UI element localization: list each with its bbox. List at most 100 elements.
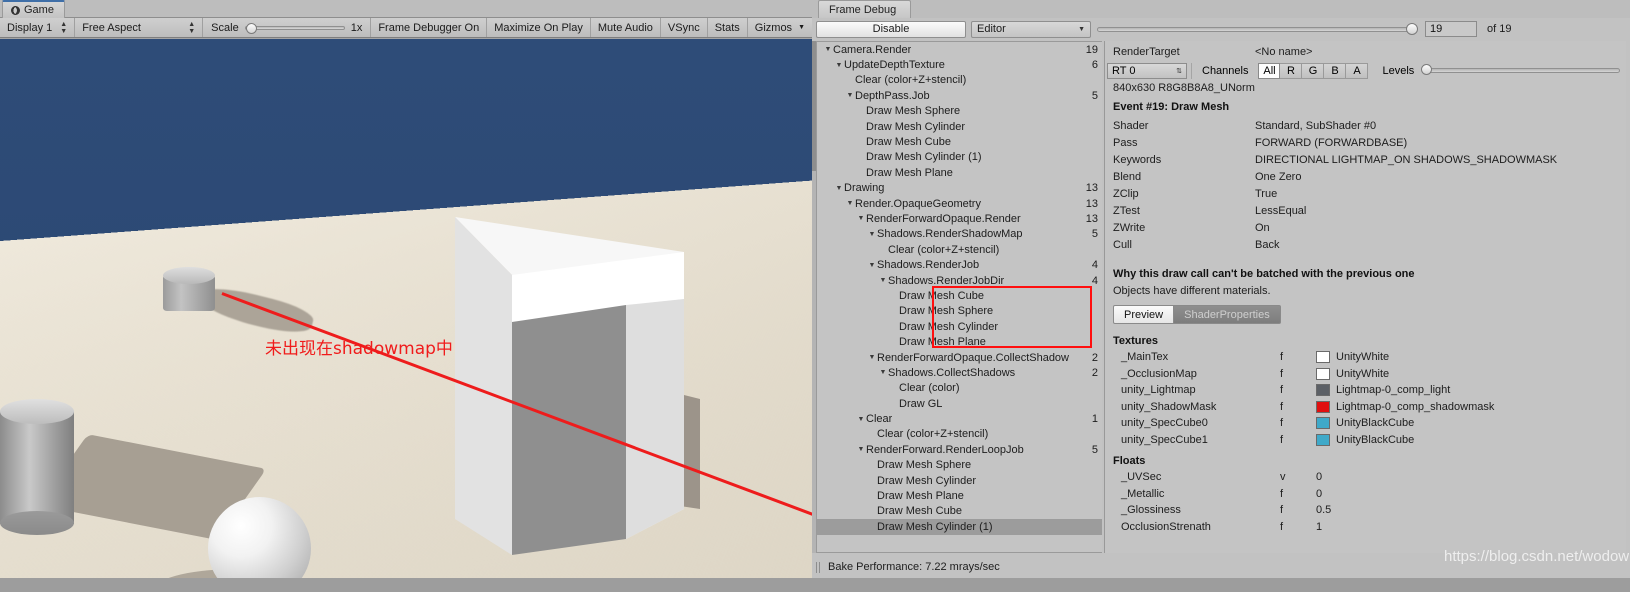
tab-game[interactable]: Game [2, 0, 65, 18]
tree-row[interactable]: Draw Mesh Plane [817, 488, 1102, 503]
tree-row-label: Draw Mesh Cylinder [866, 120, 966, 133]
tree-row[interactable]: Clear (color+Z+stencil) [817, 427, 1102, 442]
chevron-down-icon[interactable]: ▼ [823, 46, 833, 53]
rt-select[interactable]: RT 0 ⇅ [1107, 62, 1187, 79]
tree-row[interactable]: ▼ DepthPass.Job 5 [817, 88, 1102, 103]
property-key: ZWrite [1113, 221, 1146, 234]
tree-row[interactable]: Draw GL [817, 396, 1102, 411]
chevron-down-icon[interactable]: ▼ [856, 416, 866, 423]
vsync-toggle[interactable]: VSync [661, 18, 708, 37]
batch-reason: Objects have different materials. [1113, 284, 1271, 297]
chevron-down-icon[interactable]: ▼ [856, 446, 866, 453]
property-value: DIRECTIONAL LIGHTMAP_ON SHADOWS_SHADOWMA… [1255, 153, 1558, 166]
chevron-down-icon[interactable]: ▼ [845, 200, 855, 207]
tree-row-count: 2 [1091, 351, 1098, 364]
scale-slider[interactable] [244, 22, 345, 34]
tree-row[interactable]: Draw Mesh Plane [817, 334, 1102, 349]
tab-preview-label: Preview [1124, 308, 1164, 321]
levels-slider[interactable] [1421, 64, 1620, 75]
frame-debug-tree[interactable]: ▼ Camera.Render 19 ▼ UpdateDepthTexture 6 Clea… [816, 41, 1102, 553]
tree-row[interactable]: Draw Mesh Cylinder (1) [817, 519, 1102, 535]
stats-toggle[interactable]: Stats [708, 18, 748, 37]
tree-row[interactable]: Clear (color+Z+stencil) [817, 73, 1102, 88]
tree-row[interactable]: ▼ RenderForwardOpaque.CollectShadow 2 [817, 350, 1102, 365]
tree-row[interactable]: ▼ UpdateDepthTexture 6 [817, 57, 1102, 72]
tree-row-label: Shadows.RenderJob [877, 259, 980, 272]
property-value: On [1255, 221, 1270, 234]
tree-row[interactable]: Draw Mesh Sphere [817, 304, 1102, 319]
channels-label: Channels [1191, 62, 1258, 79]
tab-game-label: Game [24, 4, 54, 16]
chevron-down-icon[interactable]: ▼ [856, 215, 866, 222]
tree-row[interactable]: Draw Mesh Sphere [817, 458, 1102, 473]
tree-row[interactable]: Clear (color) [817, 381, 1102, 396]
chevron-down-icon[interactable]: ▼ [845, 92, 855, 99]
tab-shader-properties[interactable]: ShaderProperties [1174, 305, 1281, 324]
channel-button-g[interactable]: G [1302, 62, 1325, 79]
tree-row[interactable]: Draw Mesh Sphere [817, 104, 1102, 119]
scale-slider-group[interactable]: Scale 1x [203, 18, 372, 37]
chevron-down-icon[interactable]: ▼ [834, 185, 844, 192]
tree-row-count: 1 [1091, 413, 1098, 426]
floats-heading-row: Floats [1105, 452, 1626, 469]
aspect-dropdown[interactable]: Free Aspect ▲ ▼ [75, 18, 204, 37]
tree-row[interactable]: Draw Mesh Cube [817, 504, 1102, 519]
tree-row[interactable]: Draw Mesh Cube [817, 134, 1102, 149]
texture-swatch-icon [1316, 433, 1330, 446]
channel-button-all[interactable]: All [1258, 62, 1281, 79]
gizmos-dropdown[interactable]: Gizmos ▼ [748, 18, 812, 37]
resize-grip-icon[interactable] [816, 561, 822, 573]
tree-row[interactable]: ▼ Render.OpaqueGeometry 13 [817, 196, 1102, 211]
tree-row[interactable]: Draw Mesh Cylinder (1) [817, 150, 1102, 165]
tree-row-label: Clear (color+Z+stencil) [855, 74, 967, 87]
property-key: Shader [1113, 119, 1149, 132]
tree-row[interactable]: Draw Mesh Cylinder [817, 119, 1102, 134]
tab-frame-debug[interactable]: Frame Debug [818, 0, 912, 18]
chevron-down-icon[interactable]: ▼ [867, 262, 877, 269]
scale-slider-knob[interactable] [245, 22, 257, 34]
tree-row[interactable]: ▼ Camera.Render 19 [817, 42, 1102, 57]
tree-row-label: Draw Mesh Cube [899, 289, 984, 302]
property-row: Pass FORWARD (FORWARDBASE) [1105, 134, 1626, 151]
tree-row[interactable]: Draw Mesh Plane [817, 165, 1102, 180]
game-render-canvas[interactable]: 未出现在shadowmap中 [0, 39, 812, 592]
disable-button[interactable]: Disable [816, 20, 966, 38]
tree-row[interactable]: ▼ Shadows.RenderJob 4 [817, 257, 1102, 272]
tree-row-count: 5 [1091, 443, 1098, 456]
tree-row-label: RenderForwardOpaque.Render [866, 212, 1021, 225]
chevron-down-icon[interactable]: ▼ [834, 62, 844, 69]
tree-row[interactable]: ▼ Shadows.RenderJobDir 4 [817, 273, 1102, 288]
texture-flag: f [1280, 417, 1284, 430]
tree-row[interactable]: ▼ Clear 1 [817, 411, 1102, 426]
tree-row[interactable]: Draw Mesh Cylinder [817, 473, 1102, 488]
mute-audio-toggle[interactable]: Mute Audio [591, 18, 661, 37]
tree-row[interactable]: Clear (color+Z+stencil) [817, 242, 1102, 257]
tree-row-count: 13 [1085, 182, 1098, 195]
chevron-down-icon[interactable]: ▼ [878, 277, 888, 284]
channel-button-a[interactable]: A [1346, 62, 1369, 79]
event-index-field[interactable]: 19 [1425, 21, 1477, 37]
tree-row-count: 5 [1091, 228, 1098, 241]
tree-row[interactable]: Draw Mesh Cube [817, 288, 1102, 303]
chevron-down-icon[interactable]: ▼ [867, 354, 877, 361]
tree-row[interactable]: ▼ Shadows.CollectShadows 2 [817, 365, 1102, 380]
property-value: Back [1255, 238, 1280, 251]
tree-row[interactable]: ▼ RenderForwardOpaque.Render 13 [817, 211, 1102, 226]
tree-row[interactable]: ▼ Shadows.RenderShadowMap 5 [817, 227, 1102, 242]
tree-row[interactable]: ▼ Drawing 13 [817, 181, 1102, 196]
chevron-down-icon[interactable]: ▼ [878, 369, 888, 376]
tree-row[interactable]: Draw Mesh Cylinder [817, 319, 1102, 334]
event-slider[interactable] [1097, 22, 1418, 35]
maximize-on-play-toggle[interactable]: Maximize On Play [487, 18, 591, 37]
channel-button-b[interactable]: B [1324, 62, 1347, 79]
frame-debugger-toggle[interactable]: Frame Debugger On [371, 18, 488, 37]
target-dropdown[interactable]: Editor ▼ [971, 20, 1091, 38]
event-slider-knob[interactable] [1406, 22, 1418, 35]
texture-row: unity_Lightmap f Lightmap-0_comp_light [1105, 382, 1626, 399]
channel-button-r[interactable]: R [1280, 62, 1303, 79]
display-dropdown[interactable]: Display 1 ▲ ▼ [0, 18, 76, 37]
chevron-down-icon[interactable]: ▼ [867, 231, 877, 238]
tree-row[interactable]: ▼ RenderForward.RenderLoopJob 5 [817, 442, 1102, 457]
tab-preview[interactable]: Preview [1113, 305, 1175, 324]
levels-slider-knob[interactable] [1421, 64, 1433, 75]
